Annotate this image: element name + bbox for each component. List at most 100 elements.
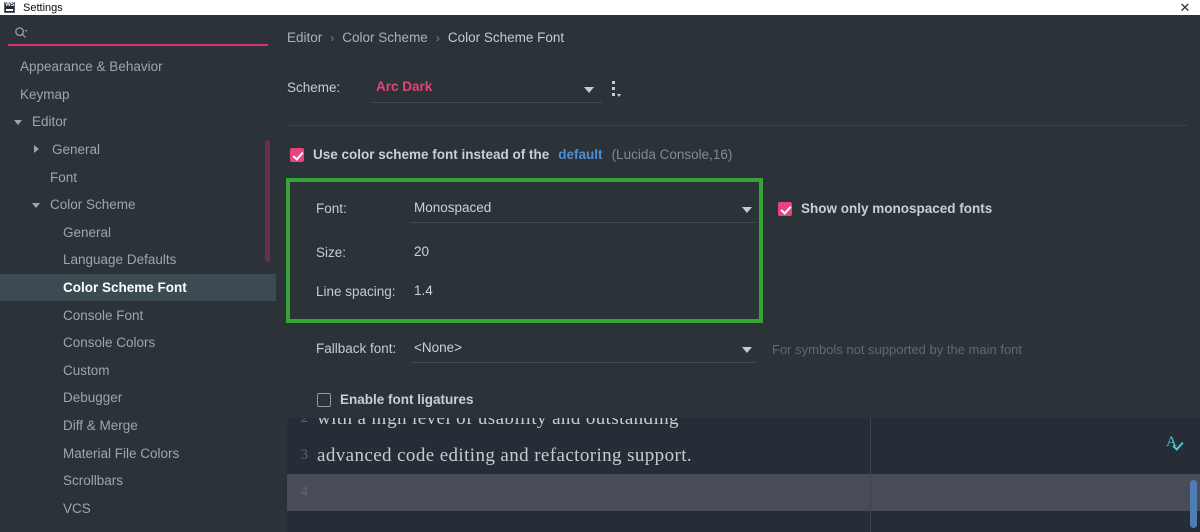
chevron-down-icon: [742, 347, 752, 353]
enable-ligatures-label: Enable font ligatures: [340, 392, 474, 407]
breadcrumb-separator: ›: [330, 30, 335, 45]
scheme-dropdown[interactable]: Arc Dark: [372, 77, 602, 103]
sidebar-item-label: Color Scheme: [50, 197, 136, 213]
search-icon[interactable]: [14, 26, 28, 40]
sidebar-item-material-file-colors[interactable]: Material File Colors: [0, 439, 276, 467]
show-only-monospaced-checkbox[interactable]: [778, 201, 792, 216]
font-dropdown[interactable]: Monospaced: [411, 197, 756, 223]
sidebar-item-keymap[interactable]: Keymap: [0, 81, 276, 109]
size-input[interactable]: 20: [411, 241, 531, 267]
font-value: Monospaced: [414, 200, 492, 215]
sidebar-item-general[interactable]: General: [0, 136, 276, 164]
line-number: 2: [300, 418, 308, 426]
sidebar-item-diff-merge[interactable]: Diff & Merge: [0, 412, 276, 440]
breadcrumb-item[interactable]: Color Scheme: [342, 30, 428, 45]
fallback-font-value: <None>: [414, 340, 463, 355]
breadcrumb-item: Color Scheme Font: [447, 30, 565, 45]
line-number: 4: [300, 484, 308, 500]
sidebar-item-label: Color Scheme Font: [63, 280, 187, 296]
line-text: with a high level of usability and outst…: [317, 418, 679, 429]
sidebar-item-label: General: [52, 142, 101, 158]
scheme-row: Scheme: Arc Dark: [287, 77, 627, 103]
scheme-label: Scheme:: [287, 80, 341, 95]
sidebar-item-label: Scrollbars: [63, 473, 124, 489]
size-value: 20: [414, 244, 430, 259]
sidebar-item-label: Diff & Merge: [63, 418, 138, 434]
sidebar-item-general[interactable]: General: [0, 219, 276, 247]
scheme-value: Arc Dark: [376, 79, 433, 94]
preview-code-line: 3 advanced code editing and refactoring s…: [287, 437, 1200, 474]
line-spacing-input[interactable]: 1.4: [411, 280, 531, 306]
window-title: Settings: [23, 1, 63, 14]
default-font-link[interactable]: default: [558, 147, 602, 162]
breadcrumb-separator: ›: [435, 30, 440, 45]
sidebar-item-console-font[interactable]: Console Font: [0, 301, 276, 329]
fallback-underline: [411, 362, 756, 363]
sidebar-item-color-scheme-font[interactable]: Color Scheme Font: [0, 273, 276, 302]
use-scheme-font-checkbox[interactable]: [290, 147, 304, 162]
breadcrumb-item[interactable]: Editor: [287, 30, 322, 45]
enable-ligatures-checkbox[interactable]: [317, 392, 331, 407]
settings-main-panel: Editor › Color Scheme › Color Scheme Font Sc…: [276, 15, 1200, 532]
breadcrumb: Editor › Color Scheme › Color Scheme Font: [287, 30, 564, 45]
sidebar-item-label: Custom: [63, 362, 110, 378]
sidebar-item-label: General: [63, 224, 112, 240]
kebab-menu-icon[interactable]: [606, 79, 624, 101]
window-titlebar: WS Settings ✕: [0, 0, 1200, 15]
sidebar-item-label: Console Colors: [63, 335, 156, 351]
sidebar-item-language-defaults[interactable]: Language Defaults: [0, 246, 276, 274]
sidebar-item-color-scheme[interactable]: Color Scheme: [0, 191, 276, 219]
sidebar-item-editor[interactable]: Editor: [0, 108, 276, 136]
sidebar-item-scrollbars[interactable]: Scrollbars: [0, 467, 276, 495]
sidebar-item-console-colors[interactable]: Console Colors: [0, 329, 276, 357]
settings-dialog: WS Settings ✕ Appearance & Behavior Keyma…: [0, 0, 1200, 532]
ligatures-row: Enable font ligatures: [317, 392, 474, 407]
chevron-right-icon[interactable]: [34, 145, 39, 154]
size-label: Size:: [316, 245, 347, 260]
settings-sidebar: Appearance & Behavior Keymap Editor General…: [0, 15, 276, 532]
sidebar-item-label: Editor: [32, 114, 68, 130]
chevron-down-icon: [584, 87, 594, 93]
chevron-down-icon[interactable]: [32, 202, 40, 208]
sidebar-item-label: Material File Colors: [63, 445, 180, 461]
size-row: Size: 20: [316, 241, 756, 267]
fallback-font-dropdown[interactable]: <None>: [411, 337, 756, 363]
chevron-down-icon: [742, 207, 752, 213]
chevron-down-icon[interactable]: [14, 120, 22, 126]
line-spacing-value: 1.4: [414, 283, 433, 298]
sidebar-item-custom[interactable]: Custom: [0, 357, 276, 385]
sidebar-item-label: Language Defaults: [63, 252, 177, 268]
line-spacing-label: Line spacing:: [316, 284, 396, 299]
use-scheme-font-row: Use color scheme font instead of the def…: [290, 147, 732, 162]
inspection-widget-icon[interactable]: A: [1166, 434, 1188, 454]
sidebar-item-label: Font: [50, 169, 78, 185]
line-text: advanced code editing and refactoring su…: [317, 444, 693, 466]
sidebar-item-vcs[interactable]: VCS: [0, 495, 276, 523]
search-underline: [8, 44, 268, 46]
default-font-info: (Lucida Console,16): [611, 147, 733, 162]
sidebar-item-debugger[interactable]: Debugger: [0, 384, 276, 412]
preview-code-line: 4: [287, 474, 1200, 511]
font-row: Font: Monospaced: [316, 197, 756, 223]
fallback-font-row: Fallback font: <None>: [316, 337, 756, 363]
section-divider: [287, 125, 1187, 127]
sidebar-item-label: Console Font: [63, 307, 144, 323]
line-number: 3: [300, 447, 308, 463]
close-icon[interactable]: ✕: [1176, 0, 1194, 15]
preview-code-line: 2 with a high level of usability and outs…: [287, 418, 1200, 437]
font-underline: [411, 222, 756, 223]
sidebar-item-appearance-behavior[interactable]: Appearance & Behavior: [0, 53, 276, 81]
sidebar-scrollbar[interactable]: [265, 140, 270, 262]
search-input[interactable]: [36, 23, 256, 41]
webstorm-logo-icon: WS: [4, 2, 15, 13]
line-spacing-row: Line spacing: 1.4: [316, 280, 756, 306]
sidebar-item-label: VCS: [63, 500, 91, 516]
sidebar-item-label: Keymap: [20, 86, 70, 102]
editor-scrollbar[interactable]: [1190, 480, 1197, 528]
fallback-font-hint: For symbols not supported by the main fo…: [772, 342, 1023, 357]
fallback-font-label: Fallback font:: [316, 341, 397, 356]
sidebar-item-font[interactable]: Font: [0, 163, 276, 191]
editor-right-margin-line: [870, 418, 871, 532]
use-scheme-font-label: Use color scheme font instead of the: [313, 147, 550, 162]
font-preview-editor[interactable]: 2 with a high level of usability and outs…: [287, 418, 1200, 532]
